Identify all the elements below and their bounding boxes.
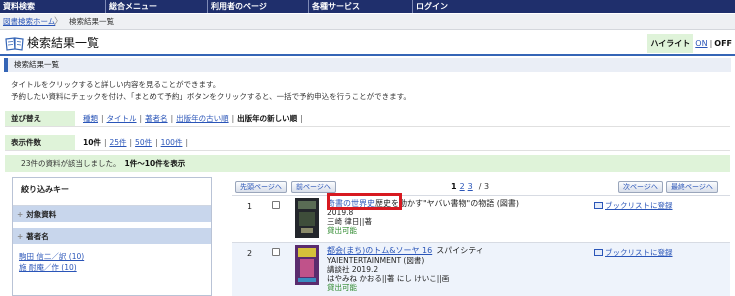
- result-number: 2: [247, 249, 253, 258]
- expand-icon: +: [17, 232, 24, 241]
- book-cover-image: [295, 198, 319, 238]
- reserve-checkbox[interactable]: [272, 248, 280, 256]
- breadcrumb-separator: 〉: [54, 17, 64, 27]
- result-series: YAIENTERTAINMENT (図書): [327, 256, 425, 265]
- sort-by-oldest[interactable]: 出版年の古い順: [176, 114, 229, 123]
- booklist-icon: [594, 202, 603, 209]
- nav-user-page[interactable]: 利用者のページ: [208, 0, 309, 13]
- sort-by-author[interactable]: 著者名: [145, 114, 168, 123]
- availability-status: 貸出可能: [327, 226, 357, 235]
- filter-section-author-label: 著者名: [26, 232, 49, 241]
- page-current: 1: [451, 182, 457, 191]
- display-count-label: 表示件数: [5, 135, 75, 150]
- result-title-rest: スパイシティ: [436, 246, 484, 255]
- book-icon: [5, 37, 24, 51]
- display-100[interactable]: 100件: [161, 138, 183, 147]
- availability-status: 貸出可能: [327, 283, 357, 292]
- display-50[interactable]: 50件: [135, 138, 152, 147]
- pagination: 1 2 3 / 3: [451, 182, 489, 192]
- nav-services[interactable]: 各種サービス: [309, 0, 413, 13]
- result-publisher: 講談社 2019.2: [327, 265, 379, 274]
- highlight-off: OFF: [714, 39, 732, 48]
- result-row: 1 奇書の世界史歴史を動かす"ヤバい書物"の物語 (図書) 2019.8 三崎 …: [232, 195, 730, 241]
- highlight-on-link[interactable]: ON: [695, 39, 707, 48]
- booklist-icon: [594, 249, 603, 256]
- add-to-booklist-label: ブックリストに登録: [605, 248, 673, 257]
- highlight-toggle: ハイライト ON | OFF: [647, 34, 735, 53]
- instruction-line-1: タイトルをクリックすると詳しい内容を見ることができます。: [11, 80, 221, 89]
- highlight-label: ハイライト: [647, 34, 694, 53]
- reserve-checkbox[interactable]: [272, 201, 280, 209]
- filter-section-target[interactable]: + 対象資料: [13, 206, 211, 223]
- prev-page-button[interactable]: 前ページへ: [291, 181, 336, 193]
- result-author: はやみね かおる||著 にし けいこ||画: [327, 274, 450, 283]
- result-range: 1件〜10件を表示: [124, 159, 186, 168]
- display-10: 10件: [83, 138, 101, 147]
- filter-section-author[interactable]: + 著者名: [13, 228, 211, 245]
- sort-row: 並び替え 種類 | タイトル | 著者名 | 出版年の古い順 | 出版年の新しい順 |: [5, 110, 730, 127]
- nav-search[interactable]: 資料検索: [0, 0, 106, 13]
- page-header: 検索結果一覧 ハイライト ON | OFF: [0, 32, 735, 56]
- breadcrumb: 図書検索ホーム 〉 検索結果一覧: [0, 14, 735, 30]
- next-page-button[interactable]: 次ページへ: [618, 181, 663, 193]
- title-highlight-box: [327, 193, 402, 210]
- top-nav: 資料検索 総合メニュー 利用者のページ 各種サービス ログイン: [0, 0, 735, 13]
- filter-sidebar: 絞り込みキー + 対象資料 + 著者名 駒田 信二／訳 (10) 施 耐庵／作 (1…: [12, 177, 212, 296]
- result-number: 1: [247, 202, 253, 211]
- book-cover-image: [295, 245, 319, 285]
- nav-login[interactable]: ログイン: [413, 0, 735, 13]
- result-author: 三崎 律日||著: [327, 217, 372, 226]
- sort-by-newest: 出版年の新しい順: [237, 114, 298, 123]
- sort-options: 種類 | タイトル | 著者名 | 出版年の古い順 | 出版年の新しい順 |: [83, 114, 303, 123]
- sort-by-type[interactable]: 種類: [83, 114, 98, 123]
- filter-section-target-label: 対象資料: [26, 210, 57, 219]
- filter-key-heading: 絞り込みキー: [13, 178, 211, 206]
- last-page-button[interactable]: 最終ページへ: [666, 181, 718, 193]
- sort-label: 並び替え: [5, 111, 75, 126]
- result-count: 23件の資料が該当しました。: [21, 159, 121, 168]
- first-page-button[interactable]: 先頭ページへ: [235, 181, 287, 193]
- author-filter-item[interactable]: 施 耐庵／作 (10): [13, 262, 211, 273]
- display-count-row: 表示件数 10件 | 25件 | 50件 | 100件 |: [5, 134, 730, 151]
- result-title-link[interactable]: 都会(まち)のトム&ソーヤ 16: [327, 246, 432, 255]
- page-total: / 3: [478, 182, 490, 191]
- breadcrumb-current: 検索結果一覧: [69, 17, 114, 26]
- nav-menu[interactable]: 総合メニュー: [106, 0, 208, 13]
- display-count-options: 10件 | 25件 | 50件 | 100件 |: [83, 138, 188, 147]
- add-to-booklist-link[interactable]: ブックリストに登録: [594, 200, 673, 211]
- page-3-link[interactable]: 3: [468, 182, 473, 191]
- result-row: 2 都会(まち)のトム&ソーヤ 16 スパイシティ YAIENTERTAINMEN…: [232, 242, 730, 296]
- result-title: 都会(まち)のトム&ソーヤ 16 スパイシティ: [327, 246, 587, 256]
- results-subheading: 検索結果一覧: [4, 58, 731, 72]
- add-to-booklist-link[interactable]: ブックリストに登録: [594, 247, 673, 258]
- display-25[interactable]: 25件: [109, 138, 126, 147]
- expand-icon: +: [17, 210, 24, 219]
- page-title: 検索結果一覧: [27, 36, 100, 50]
- add-to-booklist-label: ブックリストに登録: [605, 201, 673, 210]
- breadcrumb-home[interactable]: 図書検索ホーム: [3, 14, 55, 30]
- page-2-link[interactable]: 2: [460, 182, 465, 191]
- sort-by-title[interactable]: タイトル: [107, 114, 137, 123]
- highlight-separator: |: [709, 39, 713, 48]
- result-count-bar: 23件の資料が該当しました。 1件〜10件を表示: [5, 155, 730, 172]
- instructions: タイトルをクリックすると詳しい内容を見ることができます。 予約したい資料にチェッ…: [11, 79, 411, 103]
- instruction-line-2: 予約したい資料にチェックを付け、「まとめて予約」ボタンをクリックすると、一括で予…: [11, 92, 411, 101]
- author-filter-item[interactable]: 駒田 信二／訳 (10): [13, 251, 211, 262]
